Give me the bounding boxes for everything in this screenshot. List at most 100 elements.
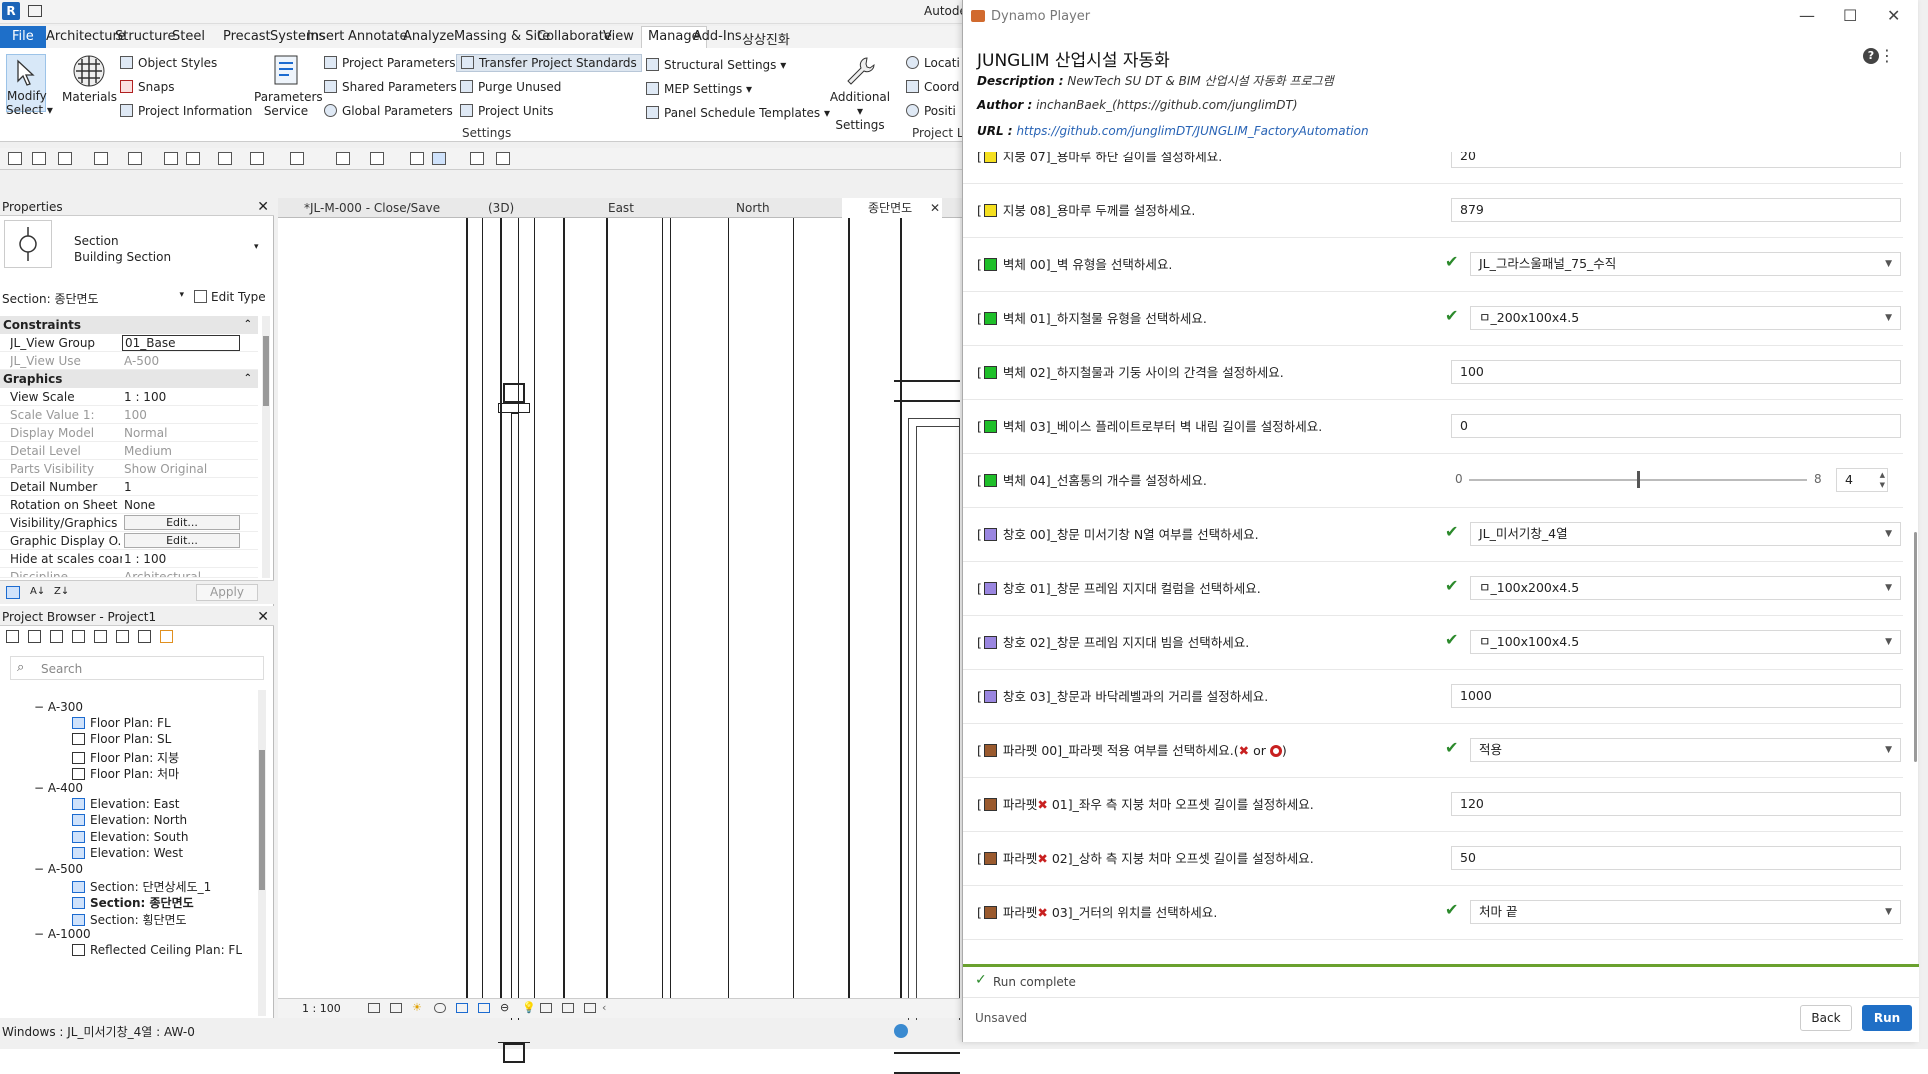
property-row[interactable]: Rotation on Sheet None xyxy=(0,496,258,514)
run-button[interactable]: Run xyxy=(1862,1005,1912,1031)
switch-windows-icon[interactable] xyxy=(496,152,510,165)
dropdown-select[interactable]: JL_미서기창_4열 ▼ xyxy=(1470,522,1901,546)
number-input[interactable]: 0 xyxy=(1451,414,1901,438)
url-link[interactable]: https://github.com/junglimDT/JUNGLIM_Fac… xyxy=(1016,124,1368,138)
close-icon[interactable]: ✕ xyxy=(257,198,269,216)
links-icon[interactable] xyxy=(138,630,151,643)
position-button[interactable]: Positi xyxy=(906,104,956,118)
property-row[interactable]: JL_View Group 01_Base xyxy=(0,334,258,352)
browser-view-item[interactable]: Elevation: West xyxy=(72,846,183,860)
section-view-canvas[interactable] xyxy=(278,218,960,1074)
maximize-icon[interactable]: ☐ xyxy=(1843,6,1857,25)
view-group-input[interactable]: 01_Base xyxy=(122,335,240,351)
redo-icon[interactable] xyxy=(128,152,142,165)
dropdown-select[interactable]: 처마 끝 ▼ xyxy=(1470,900,1901,924)
property-row[interactable]: JL_View Use A-500 xyxy=(0,352,258,370)
global-parameters-button[interactable]: Global Parameters xyxy=(324,104,453,118)
hide-scales-row[interactable]: Hide at scales coar...1 : 100 xyxy=(0,550,258,568)
browser-view-item[interactable]: Floor Plan: SL xyxy=(72,732,171,746)
browser-view-item[interactable]: Elevation: East xyxy=(72,797,180,811)
browser-search-input[interactable]: ⌕ Search xyxy=(10,656,264,680)
view-tab[interactable]: North xyxy=(710,198,840,218)
browser-group[interactable]: − A-400 xyxy=(34,781,83,795)
dropdown-select[interactable]: 적용 ▼ xyxy=(1470,738,1901,762)
window-menu-icon[interactable] xyxy=(28,5,42,17)
menu-tab-3[interactable]: Steel xyxy=(172,29,205,44)
menu-tab-0[interactable]: File xyxy=(0,26,46,48)
close-tab-icon[interactable]: ✕ xyxy=(930,198,940,218)
property-row[interactable]: Scale Value 1: 100 xyxy=(0,406,258,424)
shadows-icon[interactable] xyxy=(434,1003,446,1013)
structural-settings-button[interactable]: Structural Settings ▾ xyxy=(646,58,786,72)
browser-view-item[interactable]: Elevation: North xyxy=(72,813,187,827)
number-input[interactable]: 50 xyxy=(1451,846,1901,870)
menu-tab-9[interactable]: Massing & Site xyxy=(454,29,550,44)
menu-tab-13[interactable]: Add-Ins xyxy=(693,29,742,44)
browser-view-item[interactable]: Floor Plan: 처마 xyxy=(72,765,179,782)
analytical-icon[interactable] xyxy=(584,1003,596,1013)
unlock-3d-icon[interactable]: ⊖ xyxy=(500,1001,509,1014)
collapse-icon[interactable]: − xyxy=(34,781,48,795)
save-icon[interactable] xyxy=(32,152,46,165)
text-icon[interactable] xyxy=(336,152,350,165)
schedules-icon[interactable] xyxy=(72,630,85,643)
detail-level-icon[interactable] xyxy=(368,1003,380,1013)
constraints-group[interactable]: Constraints ⌃ xyxy=(0,316,258,334)
revit-logo-icon[interactable]: R xyxy=(2,2,20,20)
location-button[interactable]: Locati xyxy=(906,56,960,70)
panel-schedule-templates-button[interactable]: Panel Schedule Templates ▾ xyxy=(646,106,830,120)
property-row[interactable]: Display Model Normal xyxy=(0,424,258,442)
visual-style-icon[interactable] xyxy=(390,1003,402,1013)
views-icon[interactable] xyxy=(28,630,41,643)
view-tab[interactable]: 종단면도 ✕ xyxy=(842,198,942,218)
project-information-button[interactable]: Project Information xyxy=(120,104,252,118)
materials-button[interactable]: Materials xyxy=(62,54,117,104)
sun-path-icon[interactable]: ☀ xyxy=(412,1001,422,1014)
graphics-group[interactable]: Graphics ⌃ xyxy=(0,370,258,388)
menu-tab-14[interactable]: 상상진화 xyxy=(742,29,790,48)
sort-descending-icon[interactable]: Z↓ xyxy=(54,586,69,597)
coordinates-button[interactable]: Coord xyxy=(906,80,959,94)
collapse-icon[interactable]: − xyxy=(34,927,48,941)
quantity-stepper[interactable]: 4 ▲ ▼ xyxy=(1836,468,1888,492)
browser-view-item[interactable]: Reflected Ceiling Plan: FL xyxy=(72,943,242,957)
view-tab[interactable]: East xyxy=(582,198,708,218)
worksharing-status-icon[interactable] xyxy=(894,1024,908,1038)
dropdown-select[interactable]: ㅁ_100x100x4.5 ▼ xyxy=(1470,630,1901,654)
browser-view-item[interactable]: Section: 횡단면도 xyxy=(72,911,187,928)
discipline-row[interactable]: Discipline Architectural xyxy=(0,568,258,578)
print-icon[interactable] xyxy=(164,152,178,165)
browser-view-item[interactable]: Floor Plan: FL xyxy=(72,716,171,730)
categorize-icon[interactable] xyxy=(6,586,20,599)
property-row[interactable]: Parts Visibility Show Original xyxy=(0,460,258,478)
show-crop-icon[interactable] xyxy=(478,1003,490,1013)
collapse-icon[interactable]: − xyxy=(34,700,48,714)
aligned-dimension-icon[interactable] xyxy=(250,152,264,165)
menu-tab-1[interactable]: Architecture xyxy=(46,29,126,44)
reveal-hidden-icon[interactable] xyxy=(540,1003,552,1013)
browser-group[interactable]: − A-500 xyxy=(34,862,83,876)
mep-settings-button[interactable]: MEP Settings ▾ xyxy=(646,82,752,96)
type-selector-chevron-icon[interactable]: ▾ xyxy=(254,242,259,252)
sync-icon[interactable] xyxy=(58,152,72,165)
browser-group[interactable]: − A-300 xyxy=(34,700,83,714)
number-input[interactable]: 1000 xyxy=(1451,684,1901,708)
measure-icon[interactable] xyxy=(218,152,232,165)
close-hidden-icon[interactable] xyxy=(470,152,484,165)
menu-tab-11[interactable]: View xyxy=(603,29,634,44)
inputs-scrollbar[interactable] xyxy=(1914,532,1917,762)
edit-type-button[interactable]: Edit Type xyxy=(194,290,266,304)
delete-icon[interactable] xyxy=(186,152,200,165)
shared-parameters-button[interactable]: Shared Parameters xyxy=(324,80,457,94)
open-icon[interactable] xyxy=(8,152,22,165)
browser-view-item[interactable]: Elevation: South xyxy=(72,830,188,844)
minimize-icon[interactable]: — xyxy=(1799,6,1815,25)
thin-lines-icon[interactable] xyxy=(432,152,446,165)
undo-icon[interactable] xyxy=(94,152,108,165)
menu-tab-10[interactable]: Collaborate xyxy=(537,29,612,44)
stepper-arrows-icon[interactable]: ▲ ▼ xyxy=(1880,470,1885,490)
collapse-icon[interactable]: − xyxy=(34,862,48,876)
tag-icon[interactable] xyxy=(290,152,304,165)
section-instance-selector[interactable]: Section: 종단면도 ▾ xyxy=(2,290,184,308)
groups-icon[interactable] xyxy=(116,630,129,643)
